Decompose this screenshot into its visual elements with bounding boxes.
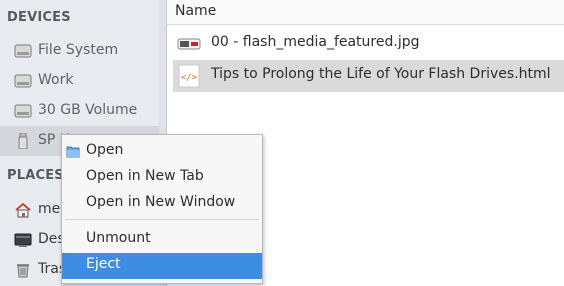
file-name: 00 - flash_media_featured.jpg: [211, 34, 420, 50]
devices-heading: DEVICES: [7, 10, 71, 25]
sidebar-item-label: 30 GB Volume: [38, 102, 138, 118]
menu-item-label: Open in New Tab: [86, 168, 204, 184]
image-file-icon: [177, 38, 201, 50]
menu-item-open-new-tab[interactable]: Open in New Tab: [62, 165, 262, 191]
context-menu: Open Open in New Tab Open in New Window …: [61, 134, 263, 284]
sidebar-item-30gb-volume[interactable]: 30 GB Volume: [0, 96, 159, 126]
trash-icon: [17, 264, 29, 278]
menu-item-eject[interactable]: Eject: [62, 253, 262, 279]
usb-drive-icon: [18, 133, 28, 149]
svg-text:</>: </>: [181, 73, 198, 83]
sidebar-item-file-system[interactable]: File System: [0, 36, 159, 66]
menu-item-open[interactable]: Open: [62, 139, 262, 165]
places-heading: PLACES: [7, 168, 64, 183]
menu-item-label: Unmount: [86, 230, 151, 246]
sidebar-item-label: me: [38, 201, 61, 217]
hard-drive-icon: [14, 104, 32, 118]
hard-drive-icon: [14, 74, 32, 88]
menu-item-unmount[interactable]: Unmount: [62, 227, 262, 253]
html-file-icon: </>: [178, 64, 200, 88]
menu-separator: [65, 219, 259, 220]
file-name: Tips to Prolong the Life of Your Flash D…: [211, 66, 551, 82]
column-header-label: Name: [175, 3, 217, 19]
home-icon: [15, 202, 31, 218]
desktop-icon: [14, 233, 32, 247]
menu-item-open-new-window[interactable]: Open in New Window: [62, 191, 262, 217]
menu-item-label: Open in New Window: [86, 194, 236, 210]
folder-icon: [66, 146, 80, 158]
hard-drive-icon: [14, 44, 32, 58]
menu-item-label: Open: [86, 142, 124, 158]
menu-item-label: Eject: [86, 256, 121, 272]
file-row[interactable]: </> Tips to Prolong the Life of Your Fla…: [173, 60, 564, 92]
column-header-name[interactable]: Name: [167, 0, 564, 25]
file-row[interactable]: 00 - flash_media_featured.jpg: [173, 28, 564, 60]
sidebar-item-label: Work: [38, 72, 74, 88]
sidebar-item-label: File System: [38, 42, 119, 58]
sidebar-item-work[interactable]: Work: [0, 66, 159, 96]
